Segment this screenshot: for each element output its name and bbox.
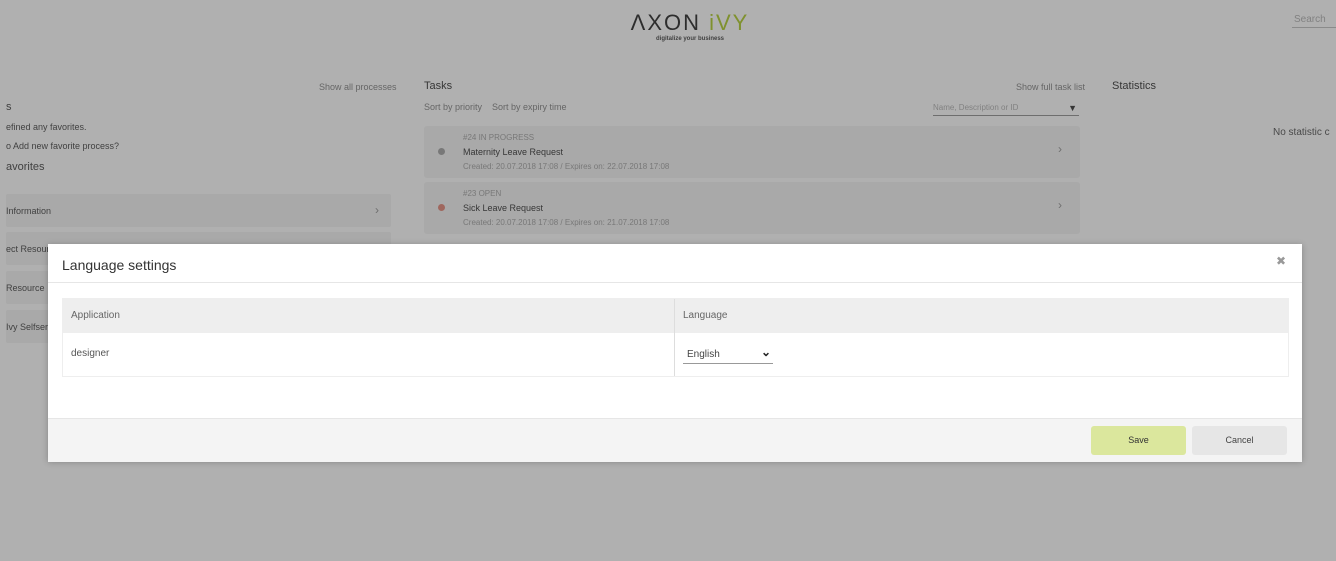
column-header-application: Application (63, 299, 674, 333)
language-settings-dialog: Language settings ✖ Application Language… (48, 244, 1302, 462)
column-header-language: Language (675, 299, 1288, 333)
language-table: Application Language designer English ⌄ (62, 298, 1289, 377)
cancel-button[interactable]: Cancel (1192, 426, 1287, 455)
language-select-value: English (687, 349, 720, 360)
dialog-divider (48, 282, 1302, 283)
save-button[interactable]: Save (1091, 426, 1186, 455)
dialog-title: Language settings (62, 257, 177, 273)
language-select[interactable]: English ⌄ (683, 345, 773, 364)
dialog-footer: Save Cancel (48, 418, 1302, 462)
column-divider (674, 299, 675, 376)
close-icon[interactable]: ✖ (1276, 254, 1286, 268)
table-cell-application: designer (71, 348, 110, 359)
chevron-down-icon: ⌄ (760, 345, 771, 359)
